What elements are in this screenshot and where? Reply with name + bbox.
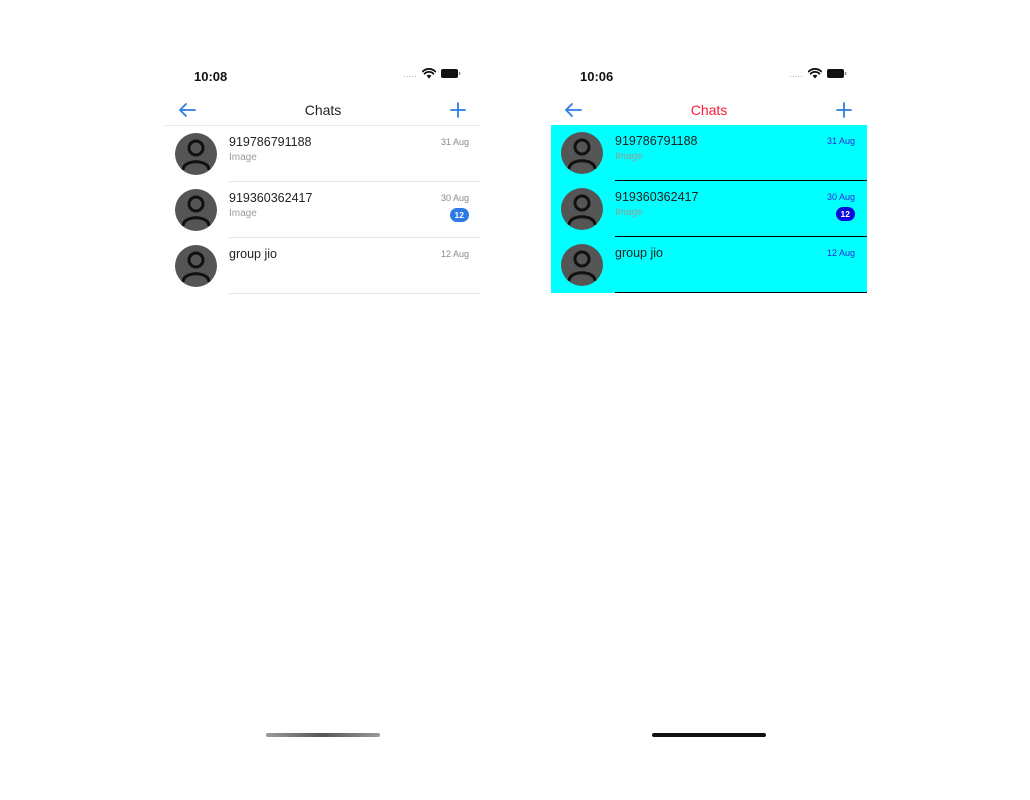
chat-subtitle: Image xyxy=(615,151,643,162)
phone-screen-left: 10:08 ..... Chats 919786791188 Image 31 … xyxy=(165,60,481,750)
chat-date: 30 Aug xyxy=(440,193,469,203)
chat-row-2[interactable]: group jio 12 Aug xyxy=(165,238,481,294)
chat-list: 919786791188 Image 31 Aug 919360362417 I… xyxy=(551,125,867,293)
status-icons: ..... xyxy=(789,68,847,79)
chat-name: group jio xyxy=(229,247,277,261)
status-icons: ..... xyxy=(403,68,461,79)
chat-row-0[interactable]: 919786791188 Image 31 Aug xyxy=(551,125,867,181)
chat-row-1[interactable]: 919360362417 Image 30 Aug 12 xyxy=(551,181,867,237)
chat-name: 919786791188 xyxy=(615,134,698,148)
battery-icon xyxy=(827,69,847,78)
chat-row-1[interactable]: 919360362417 Image 30 Aug 12 xyxy=(165,182,481,238)
row-divider xyxy=(229,293,481,294)
unread-badge: 12 xyxy=(835,207,855,221)
chat-subtitle: Image xyxy=(229,152,257,163)
chat-row-2[interactable]: group jio 12 Aug xyxy=(551,237,867,293)
chat-subtitle: Image xyxy=(615,207,643,218)
status-time: 10:06 xyxy=(580,69,614,84)
avatar xyxy=(175,133,217,175)
avatar xyxy=(175,189,217,231)
page-title: Chats xyxy=(304,102,342,118)
avatar xyxy=(561,132,603,174)
signal-icon: ..... xyxy=(789,70,803,79)
status-time: 10:08 xyxy=(194,69,228,84)
phone-screen-right: 10:06 ..... Chats 919786791188 Image 31 … xyxy=(551,60,867,750)
chat-date: 31 Aug xyxy=(440,137,469,147)
chat-name: group jio xyxy=(615,246,663,260)
person-placeholder-icon xyxy=(181,195,211,227)
page-title: Chats xyxy=(690,102,728,118)
person-placeholder-icon xyxy=(567,250,597,282)
row-divider xyxy=(615,292,867,293)
avatar xyxy=(561,244,603,286)
chat-subtitle: Image xyxy=(229,208,257,219)
chat-date: 31 Aug xyxy=(826,136,855,146)
signal-icon: ..... xyxy=(403,70,417,79)
chat-row-0[interactable]: 919786791188 Image 31 Aug xyxy=(165,126,481,182)
chat-date: 12 Aug xyxy=(826,248,855,258)
person-placeholder-icon xyxy=(567,138,597,170)
navigation-bar: Chats xyxy=(165,95,481,125)
person-placeholder-icon xyxy=(181,251,211,283)
wifi-icon xyxy=(808,68,822,79)
status-bar: 10:08 ..... xyxy=(165,60,481,90)
avatar xyxy=(175,245,217,287)
chat-date: 12 Aug xyxy=(440,249,469,259)
chat-name: 919360362417 xyxy=(615,190,699,204)
chat-date: 30 Aug xyxy=(826,192,855,202)
chat-list: 919786791188 Image 31 Aug 919360362417 I… xyxy=(165,125,481,294)
chat-name: 919786791188 xyxy=(229,135,312,149)
chat-name: 919360362417 xyxy=(229,191,313,205)
plus-icon xyxy=(450,102,466,118)
add-chat-button[interactable] xyxy=(833,99,855,121)
home-indicator xyxy=(266,733,380,737)
battery-icon xyxy=(441,69,461,78)
status-bar: 10:06 ..... xyxy=(551,60,867,90)
unread-badge: 12 xyxy=(449,208,469,222)
home-indicator xyxy=(652,733,766,737)
plus-icon xyxy=(836,102,852,118)
add-chat-button[interactable] xyxy=(447,99,469,121)
avatar xyxy=(561,188,603,230)
navigation-bar: Chats xyxy=(551,95,867,125)
person-placeholder-icon xyxy=(567,194,597,226)
wifi-icon xyxy=(422,68,436,79)
person-placeholder-icon xyxy=(181,139,211,171)
